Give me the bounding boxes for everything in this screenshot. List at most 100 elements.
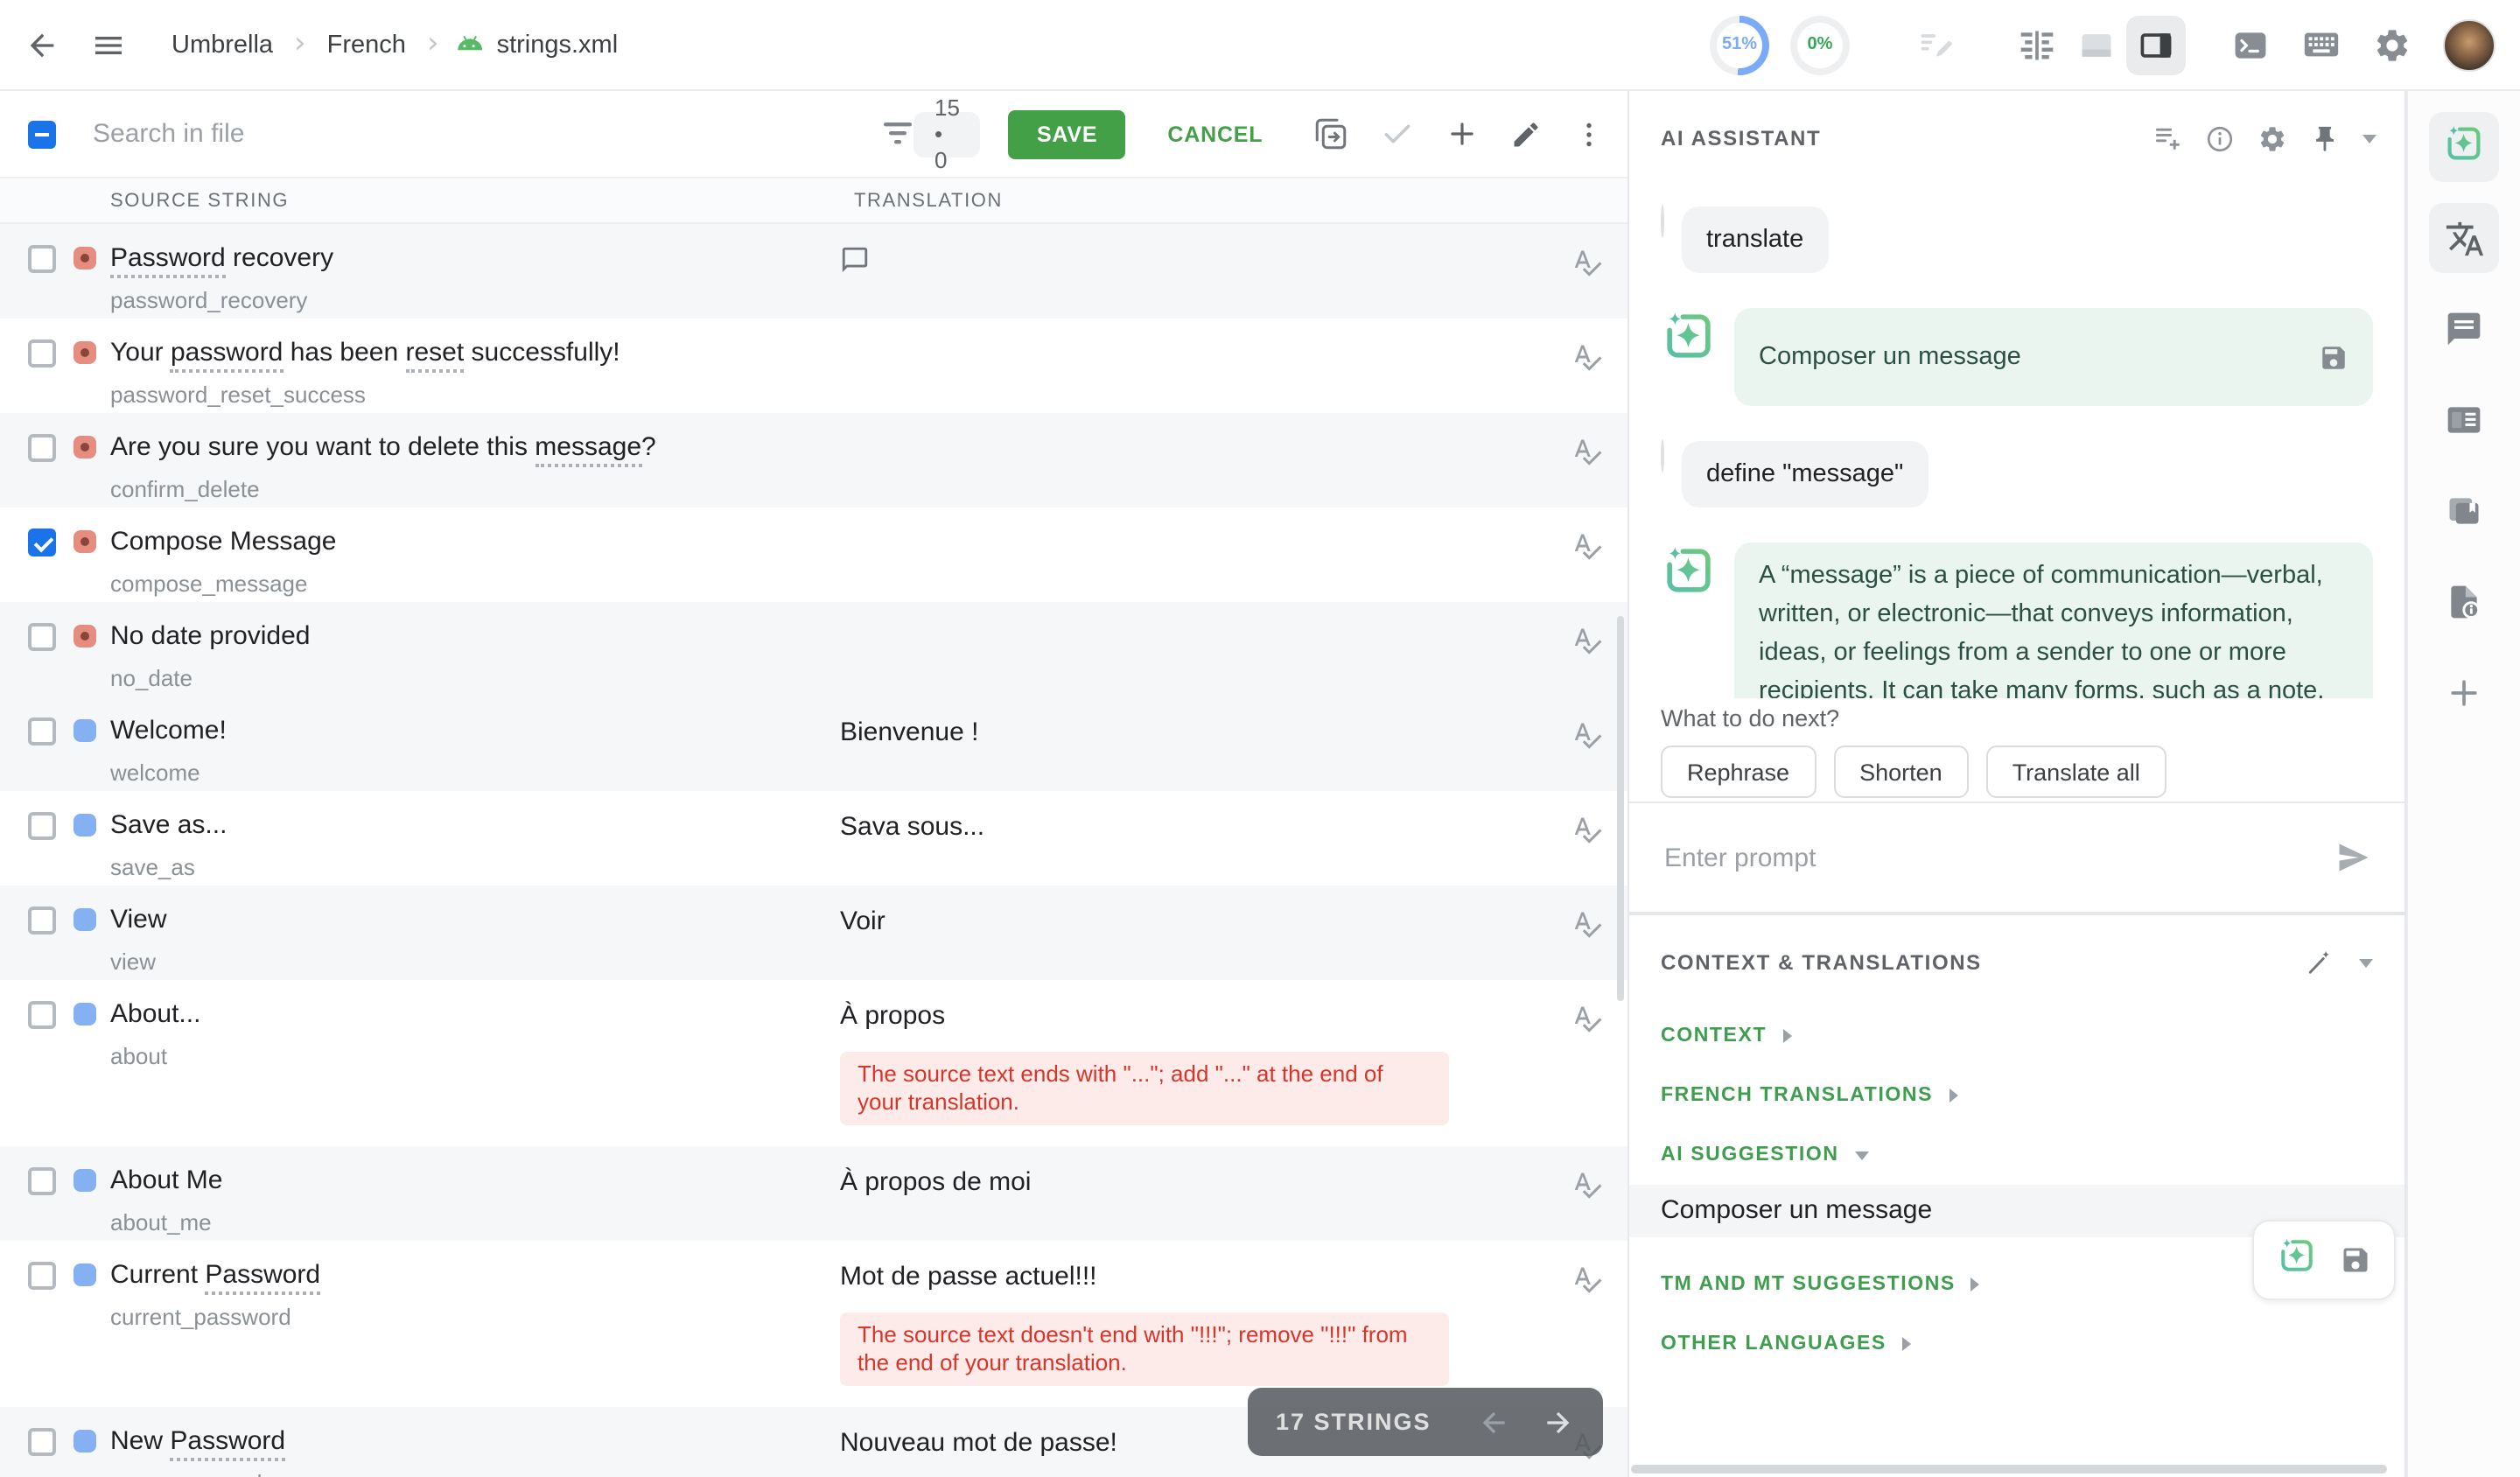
row-checkbox[interactable] <box>28 340 56 368</box>
settings-button[interactable] <box>2373 25 2412 64</box>
comment-icon[interactable] <box>840 245 870 275</box>
string-status-badge <box>74 908 96 931</box>
spellcheck-icon[interactable] <box>1572 530 1603 562</box>
select-all-checkbox[interactable] <box>28 120 56 148</box>
context-section-header[interactable]: OTHER LANGUAGES <box>1661 1332 2373 1356</box>
cancel-button[interactable]: CANCEL <box>1150 122 1280 146</box>
right-panel-view-toggle[interactable] <box>2126 15 2186 74</box>
rail-file-context-button[interactable] <box>2429 567 2499 637</box>
spellcheck-icon[interactable] <box>1572 341 1603 373</box>
prompt-input[interactable] <box>1661 841 2334 874</box>
row-checkbox[interactable] <box>28 906 56 934</box>
breadcrumb-project[interactable]: Umbrella <box>172 31 273 59</box>
edit-string-button[interactable] <box>1509 118 1541 150</box>
table-row[interactable]: Welcome! welcome Bienvenue ! <box>0 696 1628 791</box>
search-input[interactable] <box>89 117 444 150</box>
shorten-button[interactable]: Shorten <box>1833 746 1969 798</box>
pin-icon[interactable] <box>2310 123 2340 153</box>
context-section-label: CONTEXT <box>1661 1024 1767 1048</box>
spellcheck-icon[interactable] <box>1572 1264 1603 1295</box>
save-button[interactable]: SAVE <box>1009 109 1125 158</box>
row-checkbox[interactable] <box>28 1428 56 1456</box>
back-button[interactable] <box>24 27 60 62</box>
comments-icon <box>2445 310 2483 348</box>
shortcuts-button[interactable] <box>2301 24 2342 65</box>
context-section-label: TM AND MT SUGGESTIONS <box>1661 1272 1956 1297</box>
string-key: password_recovery <box>110 287 840 315</box>
table-row[interactable]: Save as... save_as Sava sous... <box>0 791 1628 886</box>
translated-progress-ring[interactable]: 51% <box>1710 15 1769 74</box>
apply-ai-suggestion-button[interactable] <box>2277 1236 2317 1284</box>
row-checkbox[interactable] <box>28 623 56 651</box>
spellcheck-icon[interactable] <box>1572 247 1603 278</box>
side-by-side-view-toggle[interactable] <box>2007 15 2067 74</box>
table-row[interactable]: About Me about_me À propos de moi <box>0 1146 1628 1241</box>
next-page-icon[interactable] <box>1540 1404 1575 1439</box>
row-checkbox[interactable] <box>28 812 56 840</box>
save-reply-button[interactable] <box>2319 342 2348 372</box>
main-menu-button[interactable] <box>91 27 126 62</box>
table-row[interactable]: Your password has been reset successfull… <box>0 318 1628 413</box>
collapse-context-icon[interactable] <box>2359 958 2373 967</box>
row-checkbox[interactable] <box>28 1001 56 1029</box>
rail-ai-assistant-button[interactable] <box>2429 112 2499 182</box>
vertical-scrollbar[interactable] <box>1617 616 1624 1001</box>
horizontal-scrollbar[interactable] <box>1631 1465 2387 1474</box>
string-status-badge <box>74 436 96 458</box>
info-icon[interactable] <box>2205 123 2235 153</box>
source-string-text: About Me <box>110 1164 840 1199</box>
save-suggestion-icon[interactable] <box>2340 1244 2371 1276</box>
spellcheck-icon[interactable] <box>1572 625 1603 656</box>
rail-translations-button[interactable] <box>2429 203 2499 273</box>
collapse-panel-icon[interactable] <box>2362 134 2376 143</box>
rail-add-panel-button[interactable] <box>2429 658 2499 728</box>
spellcheck-icon[interactable] <box>1572 436 1603 467</box>
translate-all-button[interactable]: Translate all <box>1986 746 2166 798</box>
user-avatar[interactable] <box>2443 18 2496 71</box>
table-row[interactable]: Are you sure you want to delete this mes… <box>0 413 1628 508</box>
auto-suggest-icon[interactable] <box>2303 947 2334 978</box>
spellcheck-icon[interactable] <box>1572 719 1603 751</box>
row-checkbox[interactable] <box>28 434 56 462</box>
rephrase-button[interactable]: Rephrase <box>1661 746 1816 798</box>
strings-count-overlay: 17 STRINGS <box>1248 1388 1603 1456</box>
filter-button[interactable] <box>882 121 914 147</box>
glossary-books-icon <box>2445 492 2483 530</box>
approve-button[interactable] <box>1380 117 1413 150</box>
approved-progress-ring[interactable]: 0% <box>1790 15 1850 74</box>
row-checkbox[interactable] <box>28 245 56 273</box>
add-string-button[interactable] <box>1445 117 1478 150</box>
bottom-panel-view-toggle[interactable] <box>2067 15 2126 74</box>
context-section-header[interactable]: AI SUGGESTION <box>1661 1143 2373 1167</box>
rail-comments-button[interactable] <box>2429 294 2499 364</box>
table-row[interactable]: Compose Message compose_message <box>0 508 1628 602</box>
draft-edit-button[interactable] <box>1916 25 1955 64</box>
send-icon[interactable] <box>2334 838 2373 877</box>
breadcrumb-language[interactable]: French <box>327 31 406 59</box>
new-conversation-icon[interactable] <box>2151 122 2182 154</box>
rail-glossary-button[interactable] <box>2429 476 2499 546</box>
row-checkbox[interactable] <box>28 1167 56 1195</box>
more-options-button[interactable] <box>1572 118 1604 150</box>
spellcheck-icon[interactable] <box>1572 1169 1603 1200</box>
row-checkbox[interactable] <box>28 718 56 746</box>
source-string-text: No date provided <box>110 620 840 654</box>
table-row[interactable]: Password recovery password_recovery <box>0 224 1628 318</box>
breadcrumb-file[interactable]: strings.xml <box>453 29 619 60</box>
table-row[interactable]: About... about À propos The source text … <box>0 980 1628 1146</box>
table-row[interactable]: Current Password current_password Mot de… <box>0 1241 1628 1407</box>
row-checkbox[interactable] <box>28 528 56 556</box>
spellcheck-icon[interactable] <box>1572 1003 1603 1034</box>
assistant-settings-icon[interactable] <box>2258 123 2287 153</box>
context-section-header[interactable]: FRENCH TRANSLATIONS <box>1661 1083 2373 1108</box>
spellcheck-icon[interactable] <box>1572 814 1603 845</box>
console-button[interactable] <box>2231 25 2270 64</box>
table-row[interactable]: No date provided no_date <box>0 602 1628 696</box>
table-row[interactable]: View view Voir <box>0 886 1628 980</box>
spellcheck-icon[interactable] <box>1572 908 1603 940</box>
previous-page-icon[interactable] <box>1477 1404 1512 1439</box>
copy-source-button[interactable] <box>1312 116 1348 152</box>
row-checkbox[interactable] <box>28 1262 56 1290</box>
rail-terms-button[interactable] <box>2429 385 2499 455</box>
context-section-header[interactable]: CONTEXT <box>1661 1024 2373 1048</box>
